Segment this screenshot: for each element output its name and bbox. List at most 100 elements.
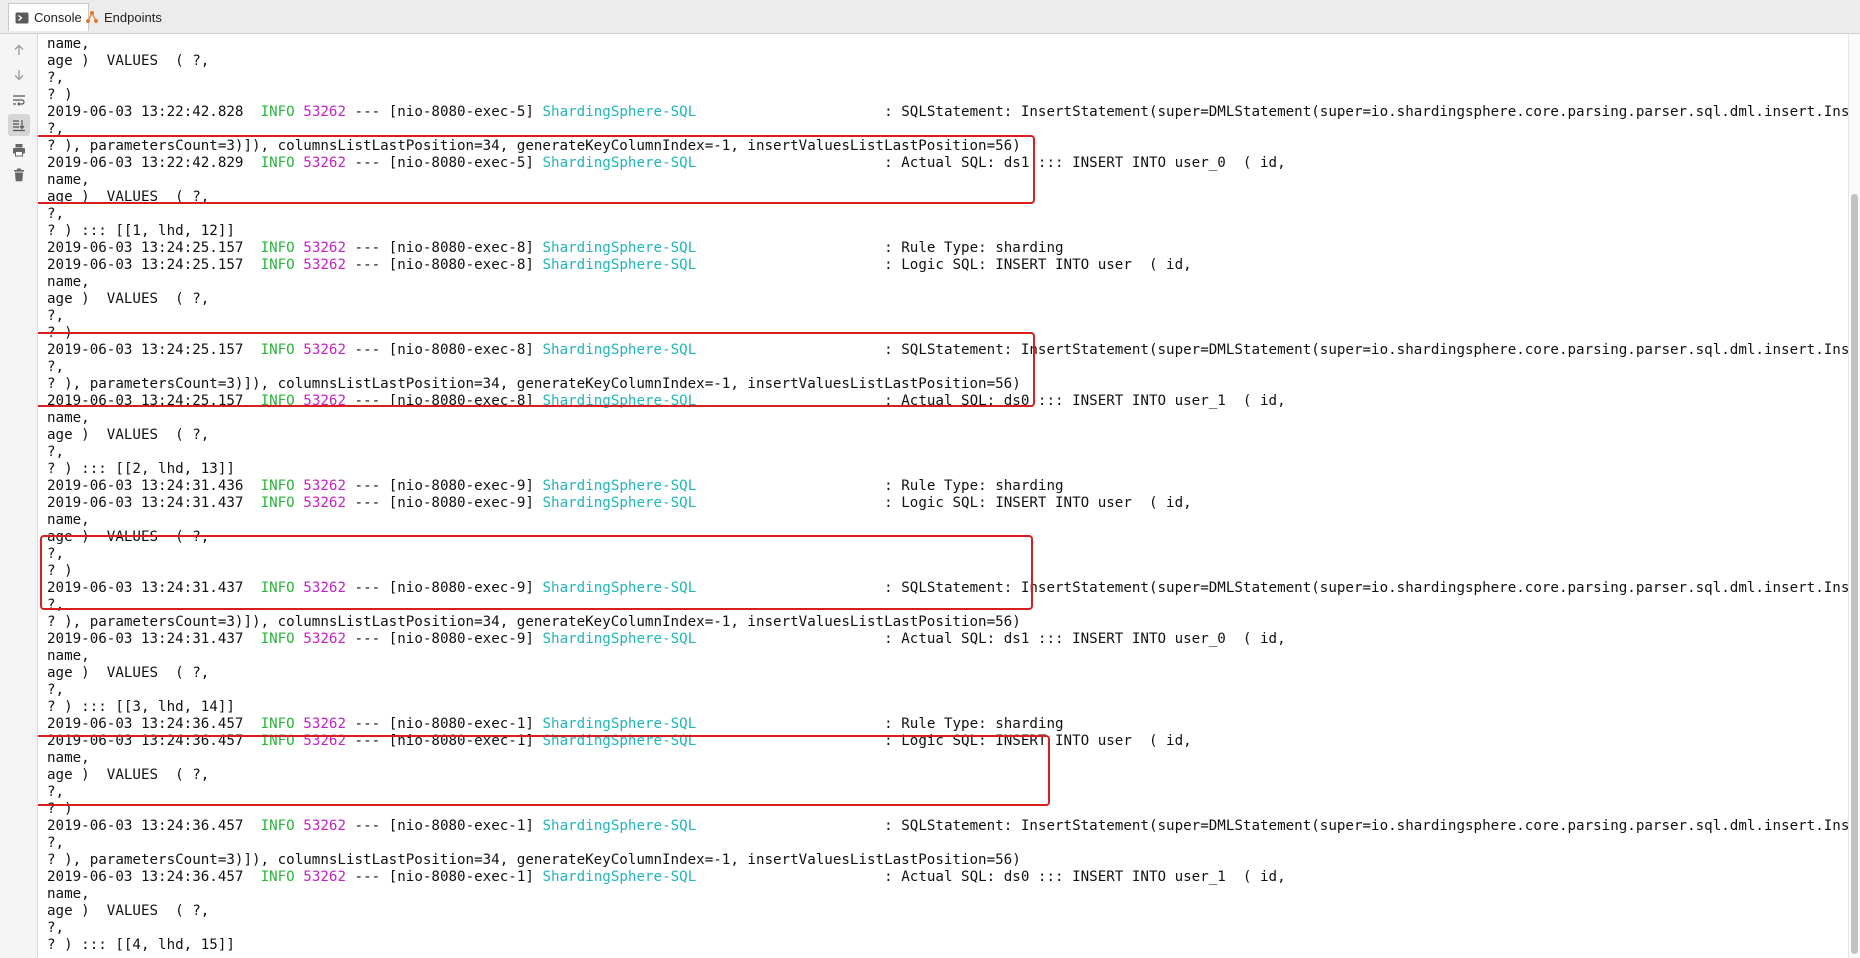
log-text: age ) VALUES ( ?, <box>47 189 210 205</box>
soft-wrap-icon <box>13 95 25 106</box>
trash-icon <box>14 168 24 182</box>
log-pid: 53262 <box>303 495 346 511</box>
log-pid: 53262 <box>303 155 346 171</box>
log-timestamp: 2019-06-03 13:22:42.828 <box>47 104 244 120</box>
log-level: INFO <box>260 478 295 494</box>
log-pid: 53262 <box>303 631 346 647</box>
log-text: ? ), parametersCount=3)]), columnsListLa… <box>47 138 1021 154</box>
print-icon <box>13 144 25 157</box>
log-text: ? ), parametersCount=3)]), columnsListLa… <box>47 852 1021 868</box>
log-continuation-line: ?, <box>47 308 64 324</box>
log-text: ?, <box>47 308 65 324</box>
log-continuation-line: ?, <box>47 920 64 936</box>
log-logger: ShardingSphere-SQL <box>542 495 697 511</box>
log-separator: --- <box>354 869 381 885</box>
log-logger: ShardingSphere-SQL <box>542 869 697 885</box>
up-stack-trace-button[interactable] <box>8 39 30 61</box>
log-separator: --- <box>355 34 381 35</box>
log-timestamp: 2019-06-03 13:24:25.157 <box>47 393 244 409</box>
tab-console[interactable]: Console <box>8 3 89 31</box>
log-text: age ) VALUES ( ?, <box>47 665 210 681</box>
log-continuation-line: ?, <box>47 121 64 137</box>
log-separator: --- <box>354 257 381 273</box>
log-level: INFO <box>260 733 295 749</box>
clear-all-button[interactable] <box>8 164 30 186</box>
vertical-scrollbar[interactable] <box>1848 34 1860 958</box>
log-timestamp: 2019-06-03 13:24:31.437 <box>47 631 244 647</box>
log-line: 2019-06-03 13:24:36.457 INFO 53262 --- [… <box>47 869 1286 885</box>
log-logger: ShardingSphere-SQL <box>542 342 697 358</box>
log-message: : Actual SQL: ds1 ::: INSERT INTO user_0… <box>884 155 1286 171</box>
log-level: INFO <box>260 869 295 885</box>
scroll-to-end-icon <box>13 120 25 132</box>
log-pid: 53262 <box>303 342 346 358</box>
log-logger: ShardingSphere-SQL <box>542 733 697 749</box>
log-message: : Logic SQL: INSERT INTO user ( id, <box>884 733 1192 749</box>
log-thread: [nio-8080-exec-8] <box>388 342 534 358</box>
log-thread: [nio-8080-exec-9] <box>388 495 534 511</box>
log-continuation-line: ? ), parametersCount=3)]), columnsListLa… <box>47 376 1021 392</box>
log-text: name, <box>47 750 90 766</box>
log-line: 2019-06-03 13:24:36.457 INFO 53262 --- [… <box>47 716 1064 732</box>
log-continuation-line: age ) VALUES ( ?, <box>47 903 209 919</box>
log-line: 2019-06-03 13:22:42.828 INFO 53262 --- [… <box>47 34 1192 35</box>
log-level: INFO <box>260 342 295 358</box>
log-text: name, <box>47 172 90 188</box>
console-icon <box>15 11 29 25</box>
log-line: 2019-06-03 13:24:25.157 INFO 53262 --- [… <box>47 342 1860 358</box>
log-separator: --- <box>354 104 381 120</box>
soft-wrap-button[interactable] <box>8 89 30 111</box>
log-separator: --- <box>354 631 381 647</box>
scroll-to-end-button[interactable] <box>8 114 30 136</box>
log-line: 2019-06-03 13:24:31.436 INFO 53262 --- [… <box>47 478 1064 494</box>
log-thread: [nio-8080-exec-5] <box>388 155 534 171</box>
log-logger: ShardingSphere-SQL <box>542 257 697 273</box>
tab-endpoints[interactable]: Endpoints <box>79 3 168 31</box>
log-level: INFO <box>260 495 295 511</box>
tool-window-tab-bar: Console Endpoints <box>0 0 1860 34</box>
log-pid: 53262 <box>303 34 346 35</box>
log-separator: --- <box>354 818 381 834</box>
scrollbar-thumb[interactable] <box>1851 194 1858 954</box>
log-continuation-line: ?, <box>47 206 64 222</box>
log-thread: [nio-8080-exec-9] <box>388 631 534 647</box>
log-message: : Rule Type: sharding <box>884 478 1064 494</box>
log-pid: 53262 <box>303 716 346 732</box>
log-pid: 53262 <box>303 580 346 596</box>
log-pid: 53262 <box>303 393 346 409</box>
log-text: ?, <box>47 121 65 137</box>
log-text: age ) VALUES ( ?, <box>47 53 210 69</box>
log-level: INFO <box>260 155 295 171</box>
down-stack-trace-button[interactable] <box>8 64 30 86</box>
log-continuation-line: ? ), parametersCount=3)]), columnsListLa… <box>47 614 1021 630</box>
log-message: : Actual SQL: ds0 ::: INSERT INTO user_1… <box>884 869 1286 885</box>
log-timestamp: 2019-06-03 13:24:36.457 <box>47 716 244 732</box>
tab-console-label: Console <box>34 10 82 25</box>
log-continuation-line: ?, <box>47 444 64 460</box>
log-message: : SQLStatement: InsertStatement(super=DM… <box>884 818 1860 834</box>
log-thread: [nio-8080-exec-1] <box>388 818 534 834</box>
log-message: : SQLStatement: InsertStatement(super=DM… <box>884 580 1860 596</box>
log-continuation-line: ? ), parametersCount=3)]), columnsListLa… <box>47 138 1021 154</box>
log-continuation-line: ? ) <box>47 87 73 103</box>
log-continuation-line: age ) VALUES ( ?, <box>47 767 209 783</box>
log-text: age ) VALUES ( ?, <box>47 291 210 307</box>
log-lines: 2019-06-03 13:22:42.828 INFO 53262 --- [… <box>47 34 1860 954</box>
log-continuation-line: ? ) <box>47 325 73 341</box>
log-line: 2019-06-03 13:24:25.157 INFO 53262 --- [… <box>47 257 1192 273</box>
log-logger: ShardingSphere-SQL <box>542 478 697 494</box>
log-line: 2019-06-03 13:24:31.437 INFO 53262 --- [… <box>47 495 1192 511</box>
log-text: ?, <box>47 835 65 851</box>
console-output[interactable]: 2019-06-03 13:22:42.828 INFO 53262 --- [… <box>38 34 1860 958</box>
log-separator: --- <box>354 478 381 494</box>
log-thread: [nio-8080-exec-9] <box>388 478 534 494</box>
log-message: : Actual SQL: ds0 ::: INSERT INTO user_1… <box>884 393 1286 409</box>
log-thread: [nio-8080-exec-1] <box>388 733 534 749</box>
log-text: name, <box>47 410 90 426</box>
print-button[interactable] <box>8 139 30 161</box>
log-separator: --- <box>354 716 381 732</box>
log-thread: [nio-8080-exec-8] <box>388 257 534 273</box>
log-timestamp: 2019-06-03 13:24:25.157 <box>47 240 244 256</box>
log-separator: --- <box>354 155 381 171</box>
log-timestamp: 2019-06-03 13:22:42.829 <box>47 155 244 171</box>
